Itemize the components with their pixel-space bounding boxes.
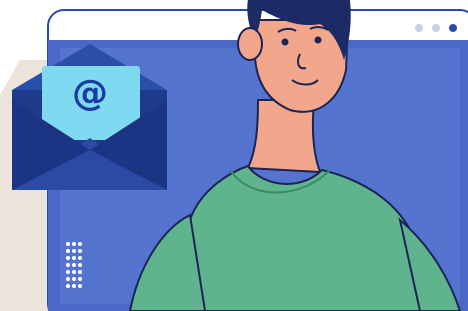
window-dots-icon — [415, 24, 457, 32]
illustration-canvas — [0, 0, 468, 311]
person-eye-left — [281, 38, 289, 46]
person-eye-right — [314, 36, 322, 44]
at-sign-icon: @ — [72, 73, 108, 114]
email-illustration: @ — [0, 0, 468, 311]
person-ear — [237, 27, 263, 61]
